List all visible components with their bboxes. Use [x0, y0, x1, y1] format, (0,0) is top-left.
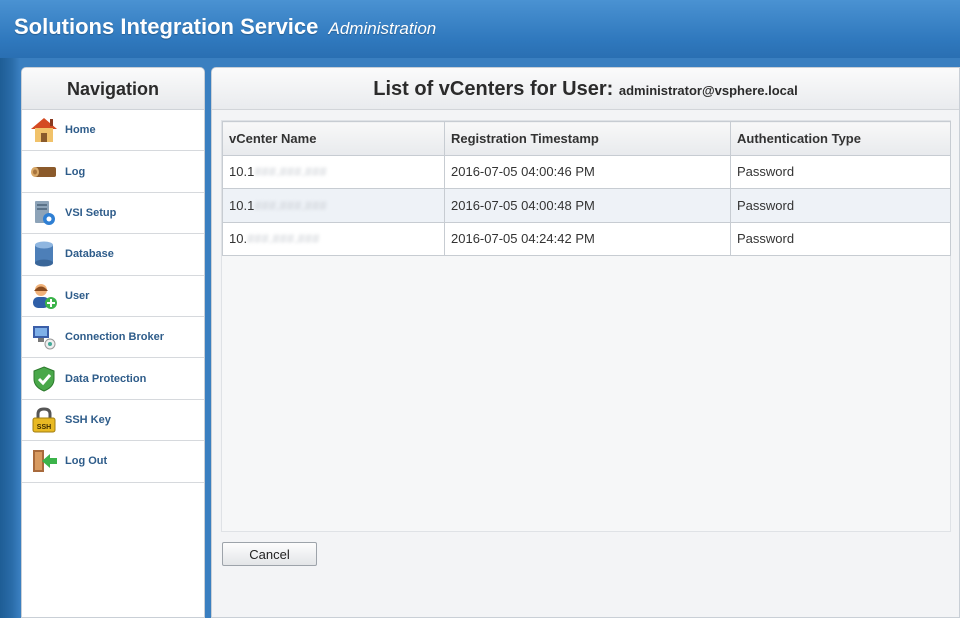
log-icon [29, 157, 59, 187]
page-title: List of vCenters for User: administrator… [212, 68, 959, 110]
nav-item-connection-broker[interactable]: Connection Broker [22, 317, 204, 359]
auth-type-cell: Password [730, 188, 951, 223]
nav-item-database[interactable]: Database [22, 234, 204, 276]
nav-item-label: Data Protection [65, 372, 147, 385]
nav-item-label: SSH Key [65, 413, 111, 426]
vcenter-name-cell: 10.###.###.### [222, 221, 445, 256]
nav-item-label: Log [65, 165, 86, 178]
column-header-authentication-type[interactable]: Authentication Type [730, 121, 951, 156]
shield-icon [29, 364, 59, 394]
logout-icon [29, 446, 59, 476]
timestamp-cell: 2016-07-05 04:00:48 PM [444, 188, 731, 223]
nav-item-home[interactable]: Home [22, 110, 204, 152]
app-title-text: Solutions Integration Service [14, 14, 319, 39]
user-name: administrator@vsphere.local [618, 83, 798, 98]
home-icon [29, 115, 59, 145]
nav-item-label: Database [65, 248, 114, 261]
app-title: Solutions Integration Service Administra… [14, 14, 436, 40]
navigation-title: Navigation [22, 68, 204, 110]
app-subtitle: Administration [328, 19, 437, 38]
vcenter-name-prefix: 10. [229, 231, 248, 247]
table-row[interactable]: 10.1###.###.### 2016-07-05 04:00:48 PM P… [222, 188, 951, 223]
nav-item-ssh-key[interactable]: SSH SSH Key [22, 400, 204, 442]
navigation-panel: Navigation Home Log VSI Setup Database U… [21, 67, 205, 618]
vcenter-name-masked: ###.###.### [254, 197, 327, 213]
table-row[interactable]: 10.1###.###.### 2016-07-05 04:00:46 PM P… [222, 154, 951, 189]
auth-type-cell: Password [730, 221, 951, 256]
vcenter-name-cell: 10.1###.###.### [222, 188, 445, 223]
timestamp-cell: 2016-07-05 04:24:42 PM [444, 221, 731, 256]
lock-icon: SSH [29, 405, 59, 435]
page-title-text: List of vCenters for User: [373, 78, 614, 100]
table-row[interactable]: 10.###.###.### 2016-07-05 04:24:42 PM Pa… [222, 221, 951, 256]
column-header-registration-timestamp[interactable]: Registration Timestamp [444, 121, 731, 156]
user-icon [29, 281, 59, 311]
vsi-setup-icon [29, 198, 59, 228]
table-header-row: vCenter Name Registration Timestamp Auth… [222, 121, 951, 156]
app-header: Solutions Integration Service Administra… [0, 0, 960, 58]
vcenter-table: vCenter Name Registration Timestamp Auth… [222, 121, 951, 256]
nav-item-label: Log Out [65, 455, 108, 468]
nav-item-label: VSI Setup [65, 206, 117, 219]
nav-item-log[interactable]: Log [22, 151, 204, 193]
vcenter-table-container: vCenter Name Registration Timestamp Auth… [221, 120, 951, 532]
timestamp-cell: 2016-07-05 04:00:46 PM [444, 154, 731, 189]
column-header-vcenter-name[interactable]: vCenter Name [222, 121, 445, 156]
nav-item-label: User [65, 289, 90, 302]
vcenter-name-cell: 10.1###.###.### [222, 154, 445, 189]
nav-item-label: Connection Broker [65, 331, 165, 344]
vcenter-name-prefix: 10.1 [229, 197, 255, 213]
nav-item-label: Home [65, 124, 96, 137]
nav-item-log-out[interactable]: Log Out [22, 441, 204, 483]
nav-item-data-protection[interactable]: Data Protection [22, 358, 204, 400]
vcenter-name-masked: ###.###.### [254, 164, 327, 180]
nav-item-user[interactable]: User [22, 276, 204, 317]
vcenter-name-prefix: 10.1 [229, 164, 255, 180]
database-icon [29, 239, 59, 269]
connection-broker-icon [29, 322, 59, 352]
svg-text:SSH: SSH [37, 424, 51, 431]
main-panel: List of vCenters for User: administrator… [211, 67, 960, 618]
vcenter-name-masked: ###.###.### [247, 231, 320, 247]
auth-type-cell: Password [730, 154, 951, 189]
cancel-button[interactable]: Cancel [222, 542, 317, 566]
nav-item-vsi-setup[interactable]: VSI Setup [22, 193, 204, 235]
